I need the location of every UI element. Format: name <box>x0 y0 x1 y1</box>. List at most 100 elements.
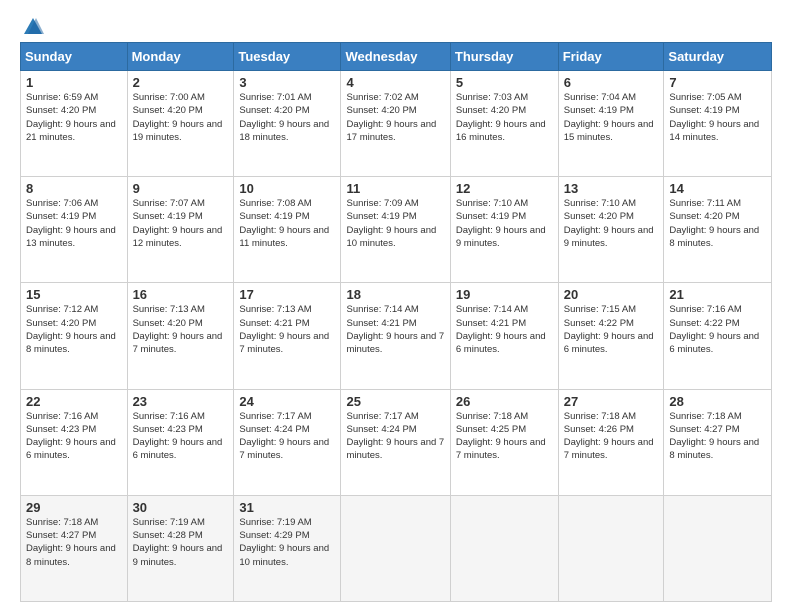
header-wednesday: Wednesday <box>341 43 450 71</box>
day-number: 1 <box>26 75 122 90</box>
day-info: Sunrise: 7:10 AMSunset: 4:20 PMDaylight:… <box>564 198 654 249</box>
day-info: Sunrise: 7:07 AMSunset: 4:19 PMDaylight:… <box>133 198 223 249</box>
day-number: 9 <box>133 181 229 196</box>
calendar-cell: 4 Sunrise: 7:02 AMSunset: 4:20 PMDayligh… <box>341 71 450 177</box>
day-info: Sunrise: 6:59 AMSunset: 4:20 PMDaylight:… <box>26 92 116 143</box>
calendar-cell: 24 Sunrise: 7:17 AMSunset: 4:24 PMDaylig… <box>234 389 341 495</box>
calendar-cell <box>341 495 450 601</box>
day-number: 10 <box>239 181 335 196</box>
calendar-cell: 12 Sunrise: 7:10 AMSunset: 4:19 PMDaylig… <box>450 177 558 283</box>
calendar-cell: 29 Sunrise: 7:18 AMSunset: 4:27 PMDaylig… <box>21 495 128 601</box>
day-number: 5 <box>456 75 553 90</box>
calendar-cell: 18 Sunrise: 7:14 AMSunset: 4:21 PMDaylig… <box>341 283 450 389</box>
day-number: 16 <box>133 287 229 302</box>
day-info: Sunrise: 7:13 AMSunset: 4:20 PMDaylight:… <box>133 304 223 355</box>
logo <box>20 16 44 38</box>
day-number: 17 <box>239 287 335 302</box>
calendar-cell: 17 Sunrise: 7:13 AMSunset: 4:21 PMDaylig… <box>234 283 341 389</box>
day-info: Sunrise: 7:14 AMSunset: 4:21 PMDaylight:… <box>346 304 444 355</box>
header-saturday: Saturday <box>664 43 772 71</box>
header-friday: Friday <box>558 43 664 71</box>
day-info: Sunrise: 7:00 AMSunset: 4:20 PMDaylight:… <box>133 92 223 143</box>
day-info: Sunrise: 7:12 AMSunset: 4:20 PMDaylight:… <box>26 304 116 355</box>
calendar-cell: 13 Sunrise: 7:10 AMSunset: 4:20 PMDaylig… <box>558 177 664 283</box>
header <box>20 16 772 34</box>
day-number: 14 <box>669 181 766 196</box>
day-info: Sunrise: 7:05 AMSunset: 4:19 PMDaylight:… <box>669 92 759 143</box>
logo-icon <box>22 16 44 38</box>
calendar-cell: 1 Sunrise: 6:59 AMSunset: 4:20 PMDayligh… <box>21 71 128 177</box>
calendar-cell: 8 Sunrise: 7:06 AMSunset: 4:19 PMDayligh… <box>21 177 128 283</box>
calendar-cell: 31 Sunrise: 7:19 AMSunset: 4:29 PMDaylig… <box>234 495 341 601</box>
header-thursday: Thursday <box>450 43 558 71</box>
day-number: 19 <box>456 287 553 302</box>
day-info: Sunrise: 7:16 AMSunset: 4:22 PMDaylight:… <box>669 304 759 355</box>
day-info: Sunrise: 7:09 AMSunset: 4:19 PMDaylight:… <box>346 198 436 249</box>
calendar-week-row: 8 Sunrise: 7:06 AMSunset: 4:19 PMDayligh… <box>21 177 772 283</box>
calendar-cell: 20 Sunrise: 7:15 AMSunset: 4:22 PMDaylig… <box>558 283 664 389</box>
day-number: 24 <box>239 394 335 409</box>
weekday-header-row: Sunday Monday Tuesday Wednesday Thursday… <box>21 43 772 71</box>
day-number: 25 <box>346 394 444 409</box>
day-number: 30 <box>133 500 229 515</box>
calendar-cell: 6 Sunrise: 7:04 AMSunset: 4:19 PMDayligh… <box>558 71 664 177</box>
day-number: 6 <box>564 75 659 90</box>
day-info: Sunrise: 7:18 AMSunset: 4:25 PMDaylight:… <box>456 411 546 462</box>
day-number: 23 <box>133 394 229 409</box>
day-number: 3 <box>239 75 335 90</box>
day-info: Sunrise: 7:10 AMSunset: 4:19 PMDaylight:… <box>456 198 546 249</box>
calendar-cell: 11 Sunrise: 7:09 AMSunset: 4:19 PMDaylig… <box>341 177 450 283</box>
calendar-cell: 21 Sunrise: 7:16 AMSunset: 4:22 PMDaylig… <box>664 283 772 389</box>
calendar-week-row: 15 Sunrise: 7:12 AMSunset: 4:20 PMDaylig… <box>21 283 772 389</box>
day-number: 13 <box>564 181 659 196</box>
day-number: 4 <box>346 75 444 90</box>
day-number: 20 <box>564 287 659 302</box>
calendar-cell: 30 Sunrise: 7:19 AMSunset: 4:28 PMDaylig… <box>127 495 234 601</box>
day-number: 12 <box>456 181 553 196</box>
day-info: Sunrise: 7:16 AMSunset: 4:23 PMDaylight:… <box>26 411 116 462</box>
calendar-cell: 3 Sunrise: 7:01 AMSunset: 4:20 PMDayligh… <box>234 71 341 177</box>
day-info: Sunrise: 7:02 AMSunset: 4:20 PMDaylight:… <box>346 92 436 143</box>
day-info: Sunrise: 7:04 AMSunset: 4:19 PMDaylight:… <box>564 92 654 143</box>
calendar-cell: 5 Sunrise: 7:03 AMSunset: 4:20 PMDayligh… <box>450 71 558 177</box>
day-info: Sunrise: 7:11 AMSunset: 4:20 PMDaylight:… <box>669 198 759 249</box>
day-number: 26 <box>456 394 553 409</box>
day-info: Sunrise: 7:18 AMSunset: 4:27 PMDaylight:… <box>26 517 116 568</box>
day-info: Sunrise: 7:17 AMSunset: 4:24 PMDaylight:… <box>239 411 329 462</box>
calendar-week-row: 29 Sunrise: 7:18 AMSunset: 4:27 PMDaylig… <box>21 495 772 601</box>
calendar-cell <box>664 495 772 601</box>
day-number: 27 <box>564 394 659 409</box>
calendar-table: Sunday Monday Tuesday Wednesday Thursday… <box>20 42 772 602</box>
day-info: Sunrise: 7:17 AMSunset: 4:24 PMDaylight:… <box>346 411 444 462</box>
calendar-cell: 10 Sunrise: 7:08 AMSunset: 4:19 PMDaylig… <box>234 177 341 283</box>
day-info: Sunrise: 7:01 AMSunset: 4:20 PMDaylight:… <box>239 92 329 143</box>
calendar-cell: 15 Sunrise: 7:12 AMSunset: 4:20 PMDaylig… <box>21 283 128 389</box>
calendar-cell: 7 Sunrise: 7:05 AMSunset: 4:19 PMDayligh… <box>664 71 772 177</box>
day-info: Sunrise: 7:08 AMSunset: 4:19 PMDaylight:… <box>239 198 329 249</box>
calendar-cell: 25 Sunrise: 7:17 AMSunset: 4:24 PMDaylig… <box>341 389 450 495</box>
day-number: 31 <box>239 500 335 515</box>
day-number: 15 <box>26 287 122 302</box>
header-monday: Monday <box>127 43 234 71</box>
day-number: 2 <box>133 75 229 90</box>
header-tuesday: Tuesday <box>234 43 341 71</box>
calendar-cell <box>450 495 558 601</box>
calendar-cell: 22 Sunrise: 7:16 AMSunset: 4:23 PMDaylig… <box>21 389 128 495</box>
calendar-cell: 26 Sunrise: 7:18 AMSunset: 4:25 PMDaylig… <box>450 389 558 495</box>
calendar-cell: 23 Sunrise: 7:16 AMSunset: 4:23 PMDaylig… <box>127 389 234 495</box>
day-info: Sunrise: 7:13 AMSunset: 4:21 PMDaylight:… <box>239 304 329 355</box>
day-number: 7 <box>669 75 766 90</box>
calendar-week-row: 1 Sunrise: 6:59 AMSunset: 4:20 PMDayligh… <box>21 71 772 177</box>
day-info: Sunrise: 7:19 AMSunset: 4:28 PMDaylight:… <box>133 517 223 568</box>
day-info: Sunrise: 7:15 AMSunset: 4:22 PMDaylight:… <box>564 304 654 355</box>
day-info: Sunrise: 7:14 AMSunset: 4:21 PMDaylight:… <box>456 304 546 355</box>
calendar-cell: 16 Sunrise: 7:13 AMSunset: 4:20 PMDaylig… <box>127 283 234 389</box>
day-info: Sunrise: 7:06 AMSunset: 4:19 PMDaylight:… <box>26 198 116 249</box>
day-number: 29 <box>26 500 122 515</box>
page: Sunday Monday Tuesday Wednesday Thursday… <box>0 0 792 612</box>
logo-area <box>20 16 44 34</box>
calendar-cell: 14 Sunrise: 7:11 AMSunset: 4:20 PMDaylig… <box>664 177 772 283</box>
calendar-cell: 27 Sunrise: 7:18 AMSunset: 4:26 PMDaylig… <box>558 389 664 495</box>
day-number: 28 <box>669 394 766 409</box>
day-info: Sunrise: 7:16 AMSunset: 4:23 PMDaylight:… <box>133 411 223 462</box>
